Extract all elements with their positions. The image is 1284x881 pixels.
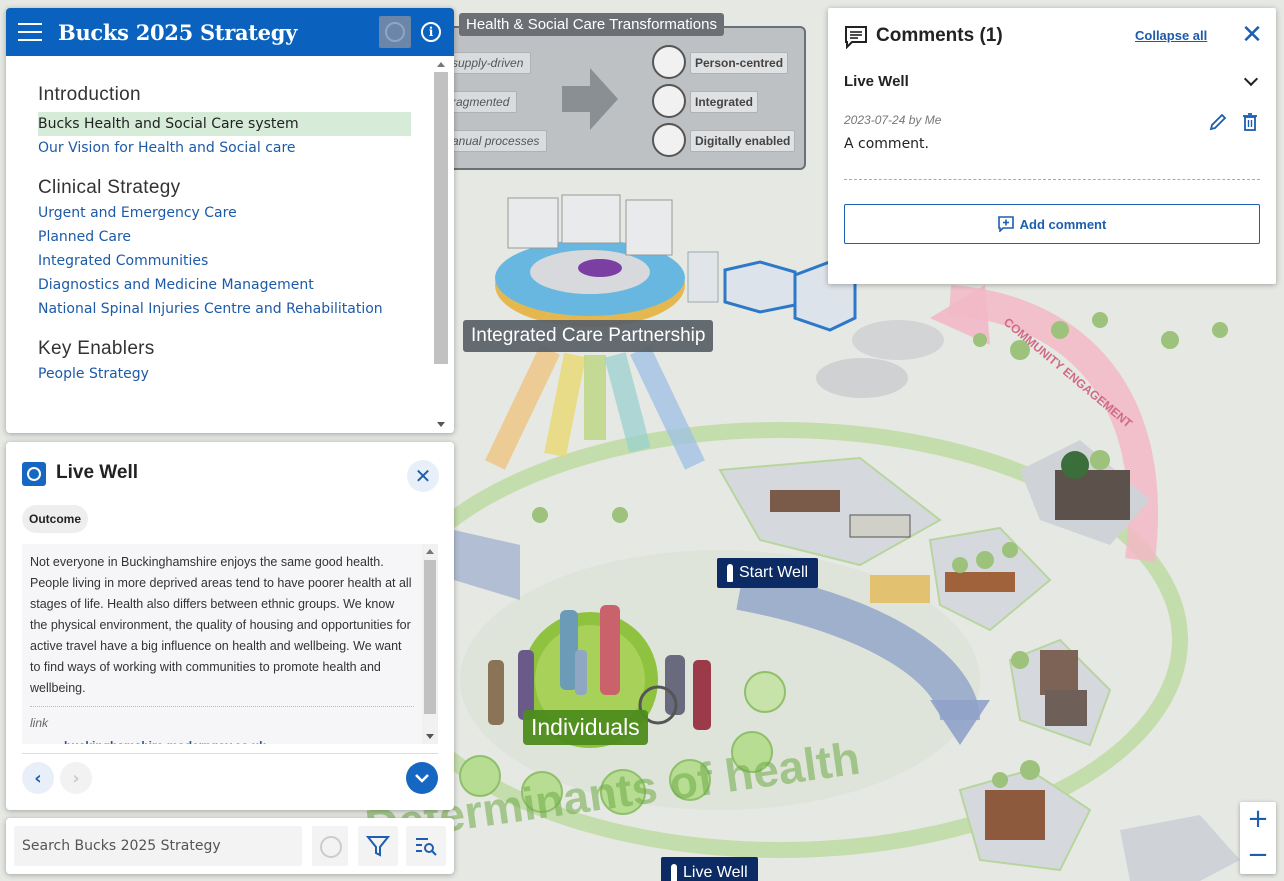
link-label: link [30,716,49,730]
delete-icon[interactable] [1240,112,1260,132]
filter-icon [366,836,390,857]
person-icon [727,564,733,582]
scroll-down-icon[interactable] [426,734,434,739]
toc-item-people-strategy[interactable]: People Strategy [38,362,430,386]
comments-title: Comments (1) [876,25,1003,46]
menu-icon[interactable] [18,23,42,41]
transformation-from-2: ragmented [444,91,518,113]
toc-item-diagnostics[interactable]: Diagnostics and Medicine Management [38,273,430,297]
scroll-up-icon[interactable] [426,549,434,554]
toc-item-planned-care[interactable]: Planned Care [38,225,430,249]
next-button[interactable]: › [60,762,92,794]
filter-button[interactable] [358,826,398,866]
toc-panel: Bucks 2025 Strategy i Introduction Bucks… [6,8,454,433]
divider [844,179,1260,180]
integrated-icon [652,84,686,118]
feature-type-icon [22,462,46,486]
app-title: Bucks 2025 Strategy [58,19,298,45]
comment-meta: 2023-07-24 by Me [844,113,942,127]
add-comment-button[interactable]: Add comment [844,204,1260,244]
scroll-down-icon[interactable] [437,422,445,427]
feature-title: Live Well [56,462,139,483]
toc-item-urgent-care[interactable]: Urgent and Emergency Care [38,201,430,225]
feature-description-box: Not everyone in Buckinghamshire enjoys t… [22,544,438,744]
search-bar [6,818,454,874]
zoom-controls: + − [1240,802,1276,874]
toc-scrollbar[interactable] [430,56,454,433]
transformation-from-3: anual processes [444,130,548,152]
transformation-from-1: supply-driven [444,52,532,74]
description-scrollbar[interactable] [422,544,438,744]
chevron-down-icon [415,774,429,783]
zoom-in-button[interactable]: + [1240,802,1276,838]
live-well-text: Live Well [683,864,748,881]
feature-panel: Live Well ✕ Outcome Not everyone in Buck… [6,442,454,810]
scroll-thumb[interactable] [434,72,448,364]
info-icon[interactable]: i [421,22,441,42]
toc-item-integrated-communities[interactable]: Integrated Communities [38,249,430,273]
close-comments-button[interactable]: ✕ [1240,22,1264,48]
toc-item-spinal-injuries[interactable]: National Spinal Injuries Centre and Reha… [38,297,430,321]
feature-description: Not everyone in Buckinghamshire enjoys t… [30,555,412,695]
divider [22,753,438,754]
zoom-out-button[interactable]: − [1240,838,1276,874]
scroll-up-icon[interactable] [437,62,445,67]
digitally-enabled-icon [652,123,686,157]
outcome-badge: Outcome [22,505,89,533]
list-search-icon [416,838,437,856]
individuals-label[interactable]: Individuals [523,710,648,745]
transformations-title: Health & Social Care Transformations [459,13,724,36]
close-feature-button[interactable]: ✕ [407,460,439,492]
toc-item-bucks-health-system[interactable]: Bucks Health and Social Care system [38,112,411,136]
add-comment-icon [997,216,1014,232]
toc-heading-clinical-strategy: Clinical Strategy [38,177,181,198]
chevron-down-icon[interactable] [1243,71,1259,87]
comment-text: A comment. [844,136,929,152]
live-well-label[interactable]: Live Well [661,857,758,881]
expand-button[interactable] [406,762,438,794]
collapse-all-link[interactable]: Collapse all [1135,28,1207,43]
person-centred-icon [652,45,686,79]
divider [30,706,414,707]
transformation-arrow-icon [562,68,618,130]
toc-item-our-vision[interactable]: Our Vision for Health and Social care [38,136,430,160]
scroll-thumb[interactable] [424,560,436,714]
comment-icon [845,26,867,49]
toc-list: Introduction Bucks Health and Social Car… [6,56,430,433]
transformation-to-3: Digitally enabled [690,130,796,152]
edit-icon[interactable] [1208,112,1228,132]
loading-indicator-icon [379,16,411,48]
comment-group-title[interactable]: Live Well [844,73,909,90]
locate-icon[interactable] [312,826,348,866]
person-icon [671,864,677,881]
transformation-to-1: Person-centred [690,52,789,74]
toc-heading-introduction: Introduction [38,84,141,105]
list-button[interactable] [406,826,446,866]
add-comment-label: Add comment [1019,216,1107,232]
transformation-to-2: Integrated [690,91,759,113]
previous-button[interactable]: ‹ [22,762,54,794]
toc-heading-key-enablers: Key Enablers [38,338,155,359]
search-input[interactable] [14,826,302,866]
external-link[interactable]: buckinghamshire.moderngov.co.uk [30,736,414,744]
start-well-text: Start Well [739,564,809,581]
icp-label[interactable]: Integrated Care Partnership [463,320,714,352]
comments-panel: Comments (1) Collapse all ✕ Live Well 20… [828,8,1276,284]
start-well-label[interactable]: Start Well [717,558,819,588]
app-header: Bucks 2025 Strategy i [6,8,454,56]
